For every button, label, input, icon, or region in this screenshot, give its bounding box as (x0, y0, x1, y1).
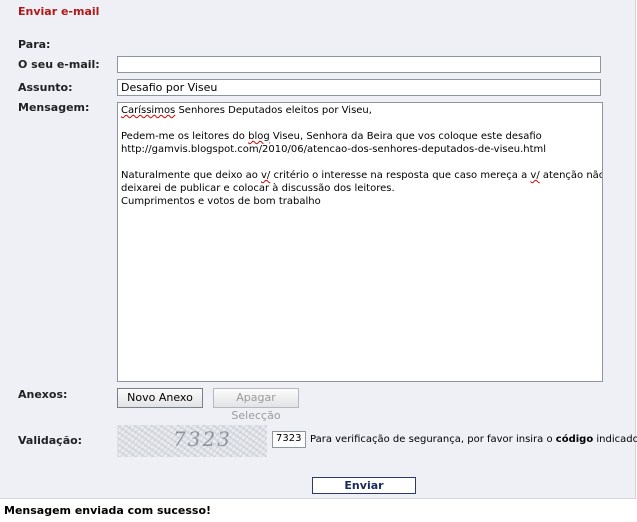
captcha-image: 7323 (117, 425, 267, 457)
delete-selection-button[interactable]: Apagar Selecção (213, 388, 299, 422)
message-label: Mensagem: (18, 101, 90, 114)
email-field[interactable] (117, 56, 601, 73)
message-text: Naturalmente que deixo ao (121, 170, 261, 181)
subject-label: Assunto: (18, 81, 73, 94)
message-text: Pedem-me os leitores do (121, 131, 249, 142)
captcha-hint: Para verificação de segurança, por favor… (310, 434, 637, 445)
captcha-hint-text: indicado. (593, 434, 637, 445)
message-line: Cumprimentos e votos de bom trabalho (121, 196, 321, 207)
new-attachment-button[interactable]: Novo Anexo (117, 388, 203, 408)
form-title: Enviar e-mail (18, 5, 100, 18)
captcha-hint-text: Para verificação de segurança, por favor… (310, 434, 556, 445)
message-line: Pedem-me os leitores do blog Viseu, Senh… (121, 130, 599, 143)
misspelled-word: blog (248, 131, 270, 142)
email-label: O seu e-mail: (18, 58, 100, 71)
message-text: Senhores Deputados eleitos por Viseu, (175, 105, 372, 116)
captcha-hint-bold: código (555, 434, 594, 445)
validation-label: Validação: (18, 434, 83, 447)
message-line: Naturalmente que deixo ao v/ critério o … (121, 169, 602, 182)
message-line: deixarei de publicar e colocar à discuss… (121, 183, 395, 194)
captcha-code: 7323 (173, 427, 232, 451)
send-button[interactable]: Enviar (312, 477, 416, 494)
subject-field[interactable]: Desafio por Viseu (117, 79, 601, 96)
to-label: Para: (18, 38, 51, 51)
attachments-label: Anexos: (18, 388, 68, 401)
message-line: http://gamvis.blogspot.com/2010/06/atenc… (121, 144, 547, 155)
misspelled-word: v/ (530, 170, 540, 181)
message-textarea[interactable]: Caríssimos Senhores Deputados eleitos po… (117, 102, 603, 382)
captcha-input[interactable]: 7323 (272, 431, 306, 448)
message-line: Caríssimos Senhores Deputados eleitos po… (121, 104, 599, 117)
message-text: critério o interesse na resposta que cas… (270, 170, 531, 181)
misspelled-word: v/ (261, 170, 271, 181)
status-message: Mensagem enviada com sucesso! (4, 504, 212, 517)
email-form-panel: Enviar e-mail Para: O seu e-mail: Assunt… (0, 0, 637, 499)
misspelled-word: Caríssimos (121, 105, 176, 116)
message-text: atenção não (539, 170, 603, 181)
message-text: Viseu, Senhora da Beira que vos coloque … (269, 131, 542, 142)
